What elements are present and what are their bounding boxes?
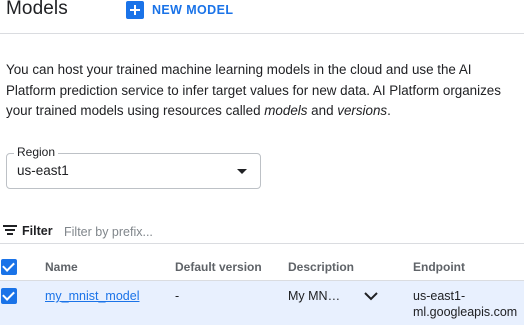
checkbox-checked-icon bbox=[2, 288, 15, 301]
column-header-name[interactable]: Name bbox=[45, 260, 78, 274]
region-value: us-east1 bbox=[17, 163, 69, 178]
description-and: and bbox=[307, 103, 338, 118]
filter-input[interactable] bbox=[64, 223, 264, 241]
column-header-default-version[interactable]: Default version bbox=[175, 260, 262, 274]
select-all-checkbox[interactable] bbox=[1, 259, 17, 275]
endpoint-cell-line1: us-east1- bbox=[413, 289, 466, 303]
versions-term: versions bbox=[337, 103, 388, 118]
endpoint-cell-line2: ml.googleapis.com bbox=[413, 305, 518, 319]
table-header: Name Default version Description Endpoin… bbox=[0, 254, 524, 281]
description-text: You can host your trained machine learni… bbox=[6, 62, 501, 118]
description-cell: My MN… bbox=[288, 289, 341, 303]
model-name-link[interactable]: my_mnist_model bbox=[45, 289, 139, 303]
column-header-endpoint[interactable]: Endpoint bbox=[413, 260, 465, 274]
dropdown-arrow-icon bbox=[237, 169, 247, 174]
region-label: Region bbox=[14, 145, 59, 159]
filter-icon[interactable] bbox=[3, 225, 17, 237]
column-header-description[interactable]: Description bbox=[288, 260, 354, 274]
page-title: Models bbox=[6, 0, 68, 19]
description-end: . bbox=[387, 103, 391, 118]
default-version-cell: - bbox=[175, 289, 180, 303]
page-header: Models NEW MODEL bbox=[0, 0, 524, 34]
checkbox-checked-icon bbox=[2, 259, 15, 272]
new-model-label: NEW MODEL bbox=[152, 3, 234, 17]
filter-bar: Filter bbox=[0, 220, 524, 244]
region-select[interactable]: Region us-east1 bbox=[6, 145, 261, 189]
filter-label: Filter bbox=[22, 224, 53, 238]
table-row: my_mnist_model - My MN… us-east1- ml.goo… bbox=[0, 281, 524, 325]
plus-icon bbox=[126, 1, 144, 19]
chevron-down-icon[interactable] bbox=[363, 291, 379, 301]
row-checkbox[interactable] bbox=[1, 288, 17, 304]
new-model-button[interactable]: NEW MODEL bbox=[126, 1, 233, 19]
intro-description: You can host your trained machine learni… bbox=[6, 60, 520, 122]
models-term: models bbox=[264, 103, 308, 118]
